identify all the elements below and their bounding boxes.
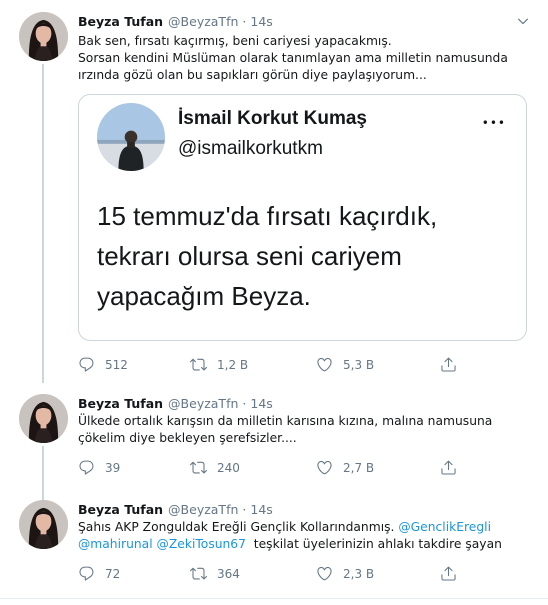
reply-icon — [78, 565, 95, 582]
more-label: ••• — [481, 116, 506, 130]
quoted-author-name: İsmail Korkut Kumaş — [178, 108, 367, 129]
retweet-button[interactable]: 364 — [190, 565, 240, 582]
reply-count: 72 — [105, 566, 121, 581]
tweet-text: Bak sen, fırsatı kaçırmış, beni cariyesi… — [78, 33, 523, 84]
tweet-text-segment: teşkilat üyelerinizin ahlakı takdire şay… — [245, 537, 502, 551]
retweet-count: 364 — [217, 566, 240, 581]
thread-line — [42, 64, 44, 383]
tweet-text: Şahıs AKP Zonguldak Ereğli Gençlik Kolla… — [78, 519, 523, 553]
reply-icon — [78, 356, 95, 373]
tweet-text-line: @mahirunal @ZekiTosun67 teşkilat üyeleri… — [78, 536, 523, 553]
author-name[interactable]: Beyza Tufan — [78, 14, 163, 29]
more-icon[interactable]: ••• — [482, 115, 506, 130]
quoted-avatar[interactable] — [97, 103, 165, 171]
quoted-text-line: 15 temmuz'da fırsatı kaçırdık, — [97, 201, 438, 231]
mention-link[interactable]: @GenclikEregli — [398, 520, 491, 534]
tweet-header: Beyza Tufan @BeyzaTfn · 14s — [78, 12, 273, 30]
quoted-text: 15 temmuz'da fırsatı kaçırdık, tekrarı o… — [97, 196, 517, 316]
reply-button[interactable]: 512 — [78, 356, 128, 373]
quoted-text-line: yapacağım Beyza. — [97, 281, 311, 311]
tweet-text-line: Şahıs AKP Zonguldak Ereğli Gençlik Kolla… — [78, 519, 523, 536]
reply-button[interactable]: 72 — [78, 565, 120, 582]
reply-count: 39 — [105, 460, 121, 475]
separator-dot: · — [242, 501, 247, 517]
like-icon — [316, 356, 333, 373]
like-count: 2,7 B — [343, 460, 375, 475]
like-icon — [316, 565, 333, 582]
tweet-actions: 39 240 2,7 B — [78, 459, 478, 479]
share-button[interactable] — [440, 459, 467, 476]
retweet-button[interactable]: 240 — [190, 459, 240, 476]
avatar[interactable] — [19, 394, 68, 443]
mention-link[interactable]: @ZekiTosun67 — [157, 537, 246, 551]
retweet-icon — [190, 565, 207, 582]
retweet-count: 240 — [217, 460, 240, 475]
reply-icon — [78, 459, 95, 476]
author-name[interactable]: Beyza Tufan — [78, 396, 163, 411]
like-count: 2,3 B — [343, 566, 375, 581]
retweet-icon — [190, 459, 207, 476]
tweet-text-line: ırzında gözü olan bu sapıkları görün diy… — [78, 68, 427, 82]
author-handle[interactable]: @BeyzaTfn — [168, 502, 238, 517]
share-icon — [440, 356, 457, 373]
author-handle[interactable]: @BeyzaTfn — [168, 14, 238, 29]
quoted-author-handle: @ismailkorkutkm — [178, 138, 323, 159]
like-icon — [316, 459, 333, 476]
tweet-text-line: Sorsan kendini Müslüman olarak tanımlaya… — [78, 51, 508, 65]
tweet-header: Beyza Tufan @BeyzaTfn · 14s — [78, 394, 273, 412]
like-button[interactable]: 2,3 B — [316, 565, 374, 582]
mention-link[interactable]: @mahirunal — [78, 537, 153, 551]
divider — [0, 598, 548, 599]
retweet-button[interactable]: 1,2 B — [190, 356, 248, 373]
tweet-actions: 512 1,2 B 5,3 B — [78, 356, 478, 376]
tweet-text-line: Ülkede ortalık karışsın da milletin karı… — [78, 414, 493, 428]
separator-dot: · — [242, 395, 247, 411]
tweet-text-line: Bak sen, fırsatı kaçırmış, beni cariyesi… — [78, 34, 392, 48]
tweet-text-segment: Şahıs AKP Zonguldak Ereğli Gençlik Kolla… — [78, 520, 399, 534]
tweet-text: Ülkede ortalık karışsın da milletin karı… — [78, 413, 523, 447]
share-icon — [440, 459, 457, 476]
tweet-actions: 72 364 2,3 B — [78, 565, 478, 585]
like-button[interactable]: 2,7 B — [316, 459, 374, 476]
share-icon — [440, 565, 457, 582]
retweet-icon — [190, 356, 207, 373]
retweet-count: 1,2 B — [217, 357, 249, 372]
avatar[interactable] — [19, 500, 68, 549]
chevron-down-icon[interactable] — [516, 14, 530, 28]
separator-dot: · — [242, 13, 247, 29]
reply-count: 512 — [105, 357, 128, 372]
share-button[interactable] — [440, 565, 467, 582]
author-name[interactable]: Beyza Tufan — [78, 502, 163, 517]
tweet-text-line: çökelim diye bekleyen şerefsizler.... — [78, 431, 297, 445]
author-handle[interactable]: @BeyzaTfn — [168, 396, 238, 411]
tweet-header: Beyza Tufan @BeyzaTfn · 14s — [78, 500, 273, 518]
timestamp[interactable]: 14s — [250, 502, 272, 517]
like-button[interactable]: 5,3 B — [316, 356, 374, 373]
reply-button[interactable]: 39 — [78, 459, 120, 476]
avatar[interactable] — [19, 12, 68, 61]
quoted-text-line: tekrarı olursa seni cariyem — [97, 241, 402, 271]
timestamp[interactable]: 14s — [250, 14, 272, 29]
quoted-tweet-card[interactable]: İsmail Korkut Kumaş @ismailkorkutkm ••• … — [78, 94, 527, 341]
like-count: 5,3 B — [343, 357, 375, 372]
timestamp[interactable]: 14s — [250, 396, 272, 411]
share-button[interactable] — [440, 356, 467, 373]
